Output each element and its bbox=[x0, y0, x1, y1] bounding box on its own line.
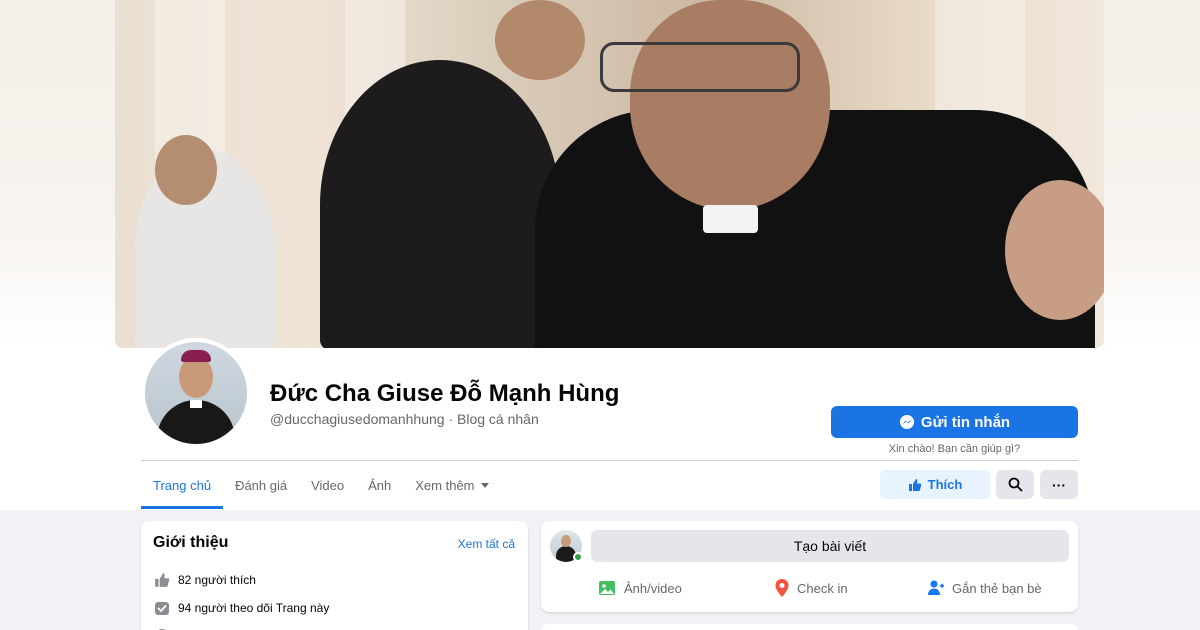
avatar-image bbox=[145, 342, 247, 444]
photo-video-label: Ảnh/video bbox=[624, 580, 682, 596]
thumbs-up-icon bbox=[153, 571, 170, 588]
cover-figure-middle-head bbox=[495, 0, 585, 80]
tab-see-more[interactable]: Xem thêm bbox=[403, 461, 500, 509]
follow-check-icon bbox=[153, 599, 170, 616]
online-status-dot bbox=[573, 552, 583, 562]
page-header: Đức Cha Giuse Đỗ Mạnh Hùng @ducchagiused… bbox=[0, 0, 1200, 510]
cover-photo[interactable] bbox=[115, 0, 1104, 348]
feed-post-card bbox=[541, 624, 1078, 630]
tag-friends-label: Gắn thẻ bạn bè bbox=[952, 580, 1042, 596]
message-hint: Xin chào! Bạn cần giúp gì? bbox=[888, 443, 1021, 455]
tab-videos[interactable]: Video bbox=[299, 461, 356, 509]
tag-friends-icon bbox=[928, 580, 944, 595]
tab-see-more-label: Xem thêm bbox=[415, 477, 475, 493]
tab-photos[interactable]: Ảnh bbox=[356, 461, 403, 509]
composer-avatar-head bbox=[561, 535, 571, 547]
page-tabs: Trang chủ Đánh giá Video Ảnh Xem thêm bbox=[141, 461, 501, 509]
more-options-button[interactable]: ··· bbox=[1040, 470, 1078, 499]
intro-likes-row: 82 người thích bbox=[153, 571, 256, 588]
more-icon: ··· bbox=[1052, 476, 1066, 493]
thumbs-up-icon bbox=[908, 478, 921, 491]
cover-figure-left-head bbox=[155, 135, 217, 205]
check-in-label: Check in bbox=[797, 580, 848, 596]
intro-followers-text: 94 người theo dõi Trang này bbox=[178, 600, 330, 615]
avatar-zucchetto bbox=[181, 350, 211, 362]
like-label: Thích bbox=[927, 477, 963, 492]
tab-reviews[interactable]: Đánh giá bbox=[223, 461, 299, 509]
send-message-button[interactable]: Gửi tin nhắn bbox=[831, 406, 1078, 438]
profile-avatar[interactable] bbox=[141, 338, 251, 448]
caret-down-icon bbox=[480, 482, 489, 488]
page-title: Đức Cha Giuse Đỗ Mạnh Hùng bbox=[270, 380, 620, 407]
intro-card: Giới thiệu Xem tất cả 82 người thích 94 … bbox=[141, 521, 528, 630]
cover-figure-main-head bbox=[630, 0, 830, 210]
messenger-icon bbox=[899, 415, 914, 429]
search-icon bbox=[1008, 477, 1022, 492]
cover-glasses bbox=[600, 42, 800, 92]
tag-friends-button[interactable]: Gắn thẻ bạn bè bbox=[927, 576, 1042, 600]
location-pin-icon bbox=[775, 579, 789, 597]
intro-see-all-link[interactable]: Xem tất cả bbox=[458, 537, 515, 551]
intro-likes-text: 82 người thích bbox=[178, 572, 256, 587]
photo-icon bbox=[599, 581, 615, 595]
cover-figure-right bbox=[1005, 180, 1104, 320]
create-post-button[interactable]: Tạo bài viết bbox=[591, 530, 1069, 562]
avatar-collar bbox=[190, 400, 202, 408]
page-handle-category: @ducchagiusedomanhhung · Blog cá nhân bbox=[270, 411, 539, 427]
intro-followers-row: 94 người theo dõi Trang này bbox=[153, 599, 329, 616]
cover-collar bbox=[703, 205, 758, 233]
send-message-label: Gửi tin nhắn bbox=[920, 413, 1011, 431]
like-page-button[interactable]: Thích bbox=[880, 470, 990, 499]
search-page-button[interactable] bbox=[996, 470, 1034, 499]
create-post-card: Tạo bài viết Ảnh/video Check in Gắn thẻ … bbox=[541, 521, 1078, 612]
check-in-button[interactable]: Check in bbox=[774, 576, 848, 600]
intro-title: Giới thiệu bbox=[153, 534, 229, 551]
photo-video-button[interactable]: Ảnh/video bbox=[597, 576, 682, 600]
cover-figure-middle bbox=[320, 60, 560, 348]
tab-home[interactable]: Trang chủ bbox=[141, 461, 224, 509]
avatar-head bbox=[179, 356, 213, 398]
